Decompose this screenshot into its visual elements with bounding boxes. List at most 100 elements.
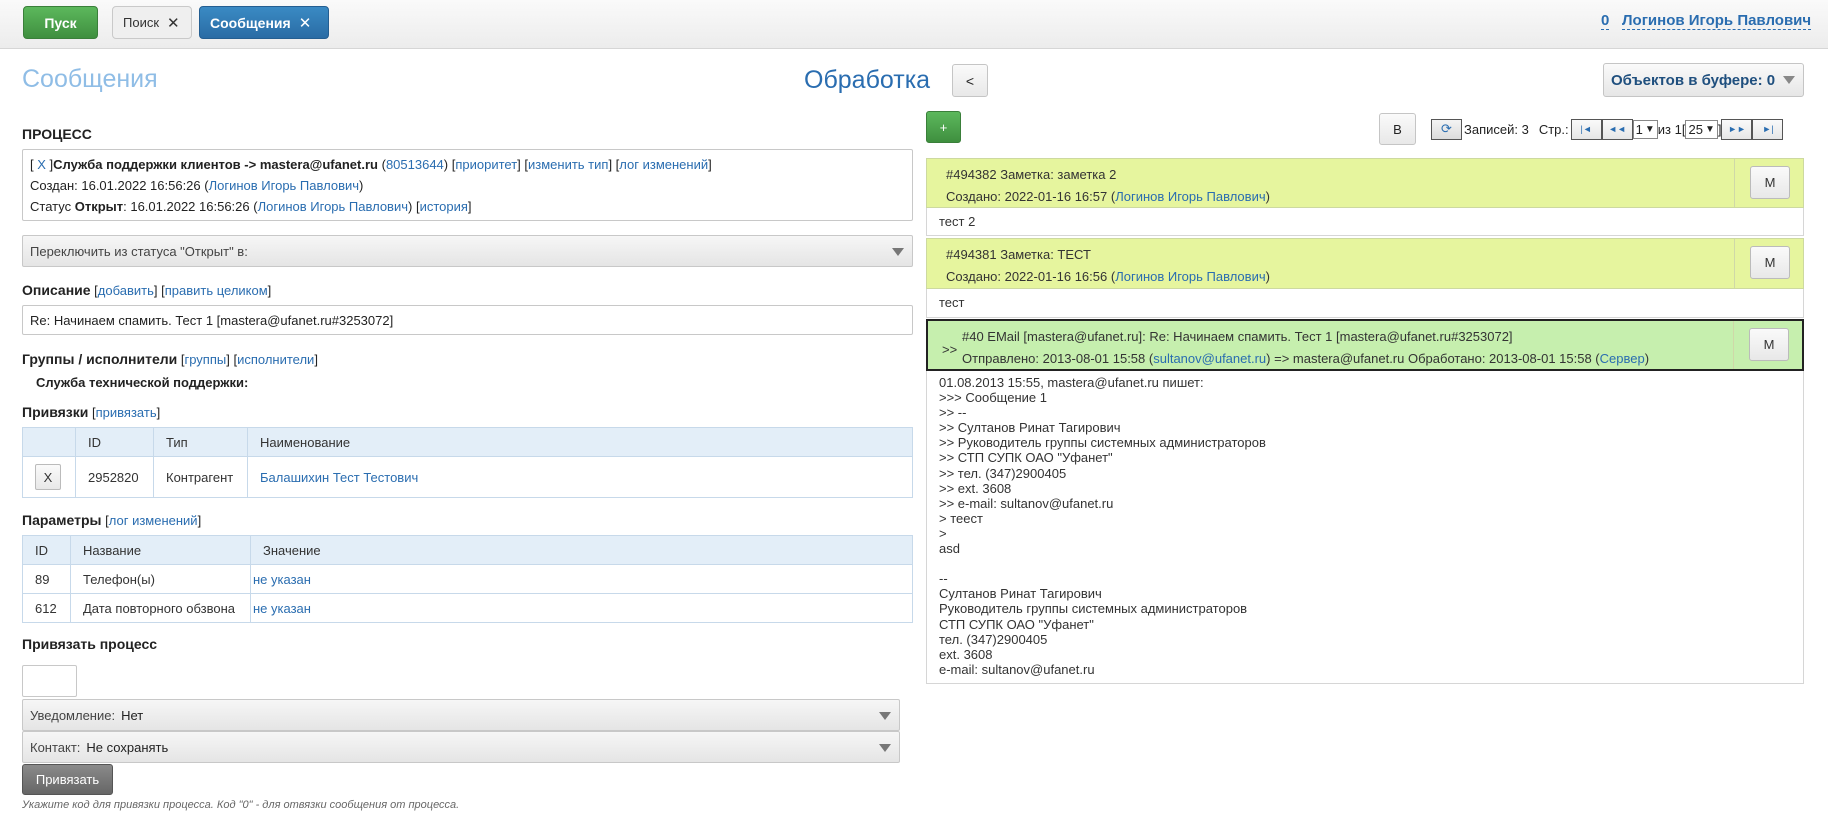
- bracket: ): [1644, 351, 1650, 366]
- status-date: : 16.01.2022 16:56:26 (: [123, 199, 258, 214]
- user-name-link[interactable]: Логинов Игорь Павлович: [1622, 12, 1812, 30]
- email-line: e-mail: sultanov@ufanet.ru: [939, 661, 1095, 677]
- description-title: Описание: [22, 282, 91, 298]
- params-log-link[interactable]: лог изменений: [109, 513, 198, 528]
- close-icon[interactable]: ✕: [167, 14, 180, 32]
- process-id-link[interactable]: 80513644: [386, 157, 444, 172]
- message-user-link[interactable]: Логинов Игорь Павлович: [1115, 269, 1265, 284]
- b-button[interactable]: B: [1379, 113, 1416, 145]
- message-menu-button[interactable]: M: [1750, 166, 1790, 199]
- email-line: >> ext. 3608: [939, 480, 1012, 496]
- start-button[interactable]: Пуск: [23, 6, 98, 39]
- tab-messages[interactable]: Сообщения ✕: [199, 6, 329, 39]
- change-type-link[interactable]: изменить тип: [528, 157, 608, 172]
- close-icon[interactable]: ✕: [299, 14, 312, 32]
- sent-text: Отправлено: 2013-08-01 15:58 (: [962, 351, 1154, 366]
- history-link[interactable]: история: [420, 199, 468, 214]
- process-line-1: [ X ]Служба поддержки клиентов -> master…: [30, 154, 905, 175]
- message-header[interactable]: #494381 Заметка: ТЕСТ Создано: 2022-01-1…: [926, 238, 1804, 289]
- process-info-box: [ X ]Служба поддержки клиентов -> master…: [22, 149, 913, 221]
- email-line: [939, 556, 1791, 571]
- process-close-link[interactable]: X: [37, 157, 46, 172]
- message-created: Создано: 2022-01-16 16:56 (Логинов Игорь…: [946, 266, 1803, 288]
- bind-hint: Укажите код для привязки процесса. Код "…: [22, 799, 460, 811]
- table-header-row: ID Название Значение: [22, 535, 913, 565]
- contact-select[interactable]: Контакт: Не сохранять: [22, 731, 900, 763]
- email-title: #40 EMail [mastera@ufanet.ru]: Re: Начин…: [962, 329, 1513, 344]
- message-menu-button[interactable]: M: [1750, 246, 1790, 279]
- process-section-title: ПРОЦЕСС: [22, 126, 92, 142]
- edit-all-link[interactable]: править целиком: [165, 283, 268, 298]
- email-sent: Отправлено: 2013-08-01 15:58 (sultanov@u…: [962, 348, 1802, 370]
- executors-link[interactable]: исполнители: [237, 352, 314, 367]
- email-message-header[interactable]: >> #40 EMail [mastera@ufanet.ru]: Re: На…: [926, 319, 1804, 371]
- created-user-link[interactable]: Логинов Игорь Павлович: [209, 178, 359, 193]
- created-text: Создан: 16.01.2022 16:56:26 (: [30, 178, 209, 193]
- linked-object-link[interactable]: Балашихин Тест Тестович: [260, 470, 418, 485]
- page-select[interactable]: 1 ▼: [1632, 119, 1658, 139]
- buffer-label: Объектов в буфере: 0: [1611, 71, 1776, 89]
- message-menu-button[interactable]: M: [1749, 328, 1789, 361]
- process-line-2: Создан: 16.01.2022 16:56:26 (Логинов Иго…: [30, 175, 905, 196]
- last-page-icon[interactable]: ►|: [1752, 118, 1784, 140]
- bind-link[interactable]: привязать: [96, 405, 157, 420]
- divider: [1733, 321, 1734, 369]
- status-value: Открыт: [74, 199, 124, 214]
- first-page-icon[interactable]: |◄: [1570, 118, 1602, 140]
- bracket: ]: [267, 283, 272, 298]
- table-cell: 612: [22, 593, 71, 623]
- server-link[interactable]: Сервер: [1600, 351, 1645, 366]
- bracket: ]: [314, 352, 318, 367]
- created-text: Создано: 2022-01-16 16:57 (: [946, 189, 1116, 204]
- message-title: #494381 Заметка: ТЕСТ: [946, 247, 1091, 262]
- message-header[interactable]: #494382 Заметка: заметка 2 Создано: 2022…: [926, 158, 1804, 208]
- status-user-link[interactable]: Логинов Игорь Павлович: [258, 199, 408, 214]
- bracket: ): [359, 178, 364, 193]
- page-size-select[interactable]: 25 ▼: [1685, 119, 1718, 139]
- sent-details: ) => mastera@ufanet.ru Обработано: 2013-…: [1266, 351, 1600, 366]
- buffer-dropdown[interactable]: Объектов в буфере: 0: [1603, 63, 1804, 97]
- refresh-icon[interactable]: ⟳: [1431, 118, 1462, 140]
- column-header: ID: [22, 535, 71, 565]
- prev-page-icon[interactable]: ◄◄: [1601, 118, 1633, 140]
- table-cell: Дата повторного обзвона: [70, 593, 251, 623]
- back-button[interactable]: <: [952, 64, 988, 97]
- priority-link[interactable]: приоритет: [455, 157, 517, 172]
- bracket: ) [: [443, 157, 456, 172]
- add-message-button[interactable]: +: [926, 111, 961, 143]
- bracket: ]: [708, 157, 712, 172]
- chevron-down-icon: [879, 712, 891, 720]
- message-user-link[interactable]: Логинов Игорь Павлович: [1115, 189, 1265, 204]
- chevron-down-icon: [879, 744, 891, 752]
- bracket: ] [: [226, 352, 238, 367]
- change-log-link[interactable]: лог изменений: [619, 157, 708, 172]
- news-count[interactable]: 0: [1601, 12, 1610, 30]
- bracket: ]: [197, 513, 202, 528]
- description-input[interactable]: Re: Начинаем спамить. Тест 1 [mastera@uf…: [22, 305, 913, 335]
- notification-select[interactable]: Уведомление: Нет: [22, 699, 900, 731]
- tab-search[interactable]: Поиск ✕: [112, 6, 192, 39]
- table-cell: 2952820: [75, 456, 154, 498]
- next-page-icon[interactable]: ►►: [1721, 118, 1753, 140]
- process-code-input[interactable]: [22, 665, 77, 697]
- email-line: >>> Сообщение 1: [939, 390, 1047, 406]
- process-name: Служба поддержки клиентов -> mastera@ufa…: [53, 157, 378, 172]
- groups-link[interactable]: группы: [184, 352, 226, 367]
- email-line: asd: [939, 541, 960, 557]
- chevron-down-icon: ▼: [1704, 123, 1715, 135]
- param-value-link[interactable]: не указан: [253, 572, 311, 587]
- unlink-button[interactable]: X: [35, 464, 61, 490]
- status-switch-select[interactable]: Переключить из статуса "Открыт" в:: [22, 235, 913, 267]
- message-body: тест 2: [926, 208, 1804, 236]
- email-line: Руководитель группы системных администра…: [939, 601, 1248, 617]
- bracket: ] [: [608, 157, 620, 172]
- add-description-link[interactable]: добавить: [98, 283, 154, 298]
- sender-link[interactable]: sultanov@ufanet.ru: [1153, 351, 1266, 366]
- email-line: >> Руководитель группы системных админис…: [939, 435, 1266, 451]
- column-header: Значение: [250, 535, 913, 565]
- created-text: Создано: 2022-01-16 16:56 (: [946, 269, 1116, 284]
- bind-button[interactable]: Привязать: [22, 764, 113, 795]
- param-value-link[interactable]: не указан: [253, 601, 311, 616]
- notification-value: Нет: [121, 707, 144, 723]
- email-line: 01.08.2013 15:55, mastera@ufanet.ru пише…: [939, 375, 1204, 390]
